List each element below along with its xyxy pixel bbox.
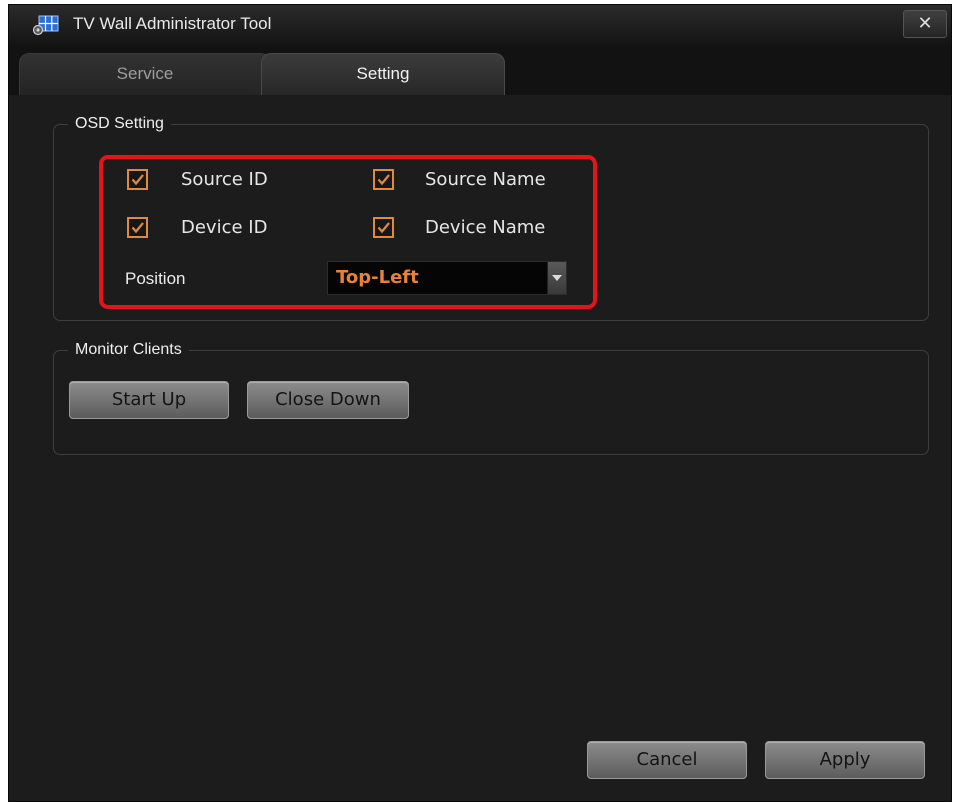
apply-button[interactable]: Apply (765, 741, 925, 779)
checkmark-icon (131, 222, 144, 234)
checkmark-icon (377, 174, 390, 186)
position-select[interactable]: Top-Left (327, 261, 567, 295)
close-icon: ✕ (917, 13, 933, 34)
chevron-down-icon[interactable] (547, 262, 566, 294)
device-id-checkbox[interactable] (127, 217, 148, 238)
source-id-label: Source ID (181, 169, 268, 190)
tab-setting[interactable]: Setting (261, 53, 505, 95)
source-id-checkbox[interactable] (127, 169, 148, 190)
source-name-checkbox[interactable] (373, 169, 394, 190)
source-name-label: Source Name (425, 169, 546, 190)
title-bar: TV Wall Administrator Tool ✕ (9, 5, 951, 46)
checkmark-icon (377, 222, 390, 234)
tv-wall-app-icon (32, 15, 59, 36)
window-title: TV Wall Administrator Tool (73, 14, 272, 33)
tab-service[interactable]: Service (19, 53, 271, 95)
app-window: TV Wall Administrator Tool ✕ Service Set… (8, 4, 952, 802)
close-button[interactable]: ✕ (903, 10, 947, 38)
device-id-label: Device ID (181, 217, 268, 238)
position-label: Position (125, 269, 186, 288)
start-up-button[interactable]: Start Up (69, 381, 229, 419)
position-select-value: Top-Left (336, 267, 419, 288)
device-name-checkbox[interactable] (373, 217, 394, 238)
checkmark-icon (131, 174, 144, 186)
osd-setting-legend: OSD Setting (75, 115, 164, 132)
setting-panel: OSD Setting Source ID Source Name Device… (9, 95, 951, 801)
tab-strip: Service Setting (9, 45, 951, 95)
device-name-label: Device Name (425, 217, 546, 238)
monitor-clients-legend: Monitor Clients (75, 341, 182, 358)
cancel-button[interactable]: Cancel (587, 741, 747, 779)
close-down-button[interactable]: Close Down (247, 381, 409, 419)
